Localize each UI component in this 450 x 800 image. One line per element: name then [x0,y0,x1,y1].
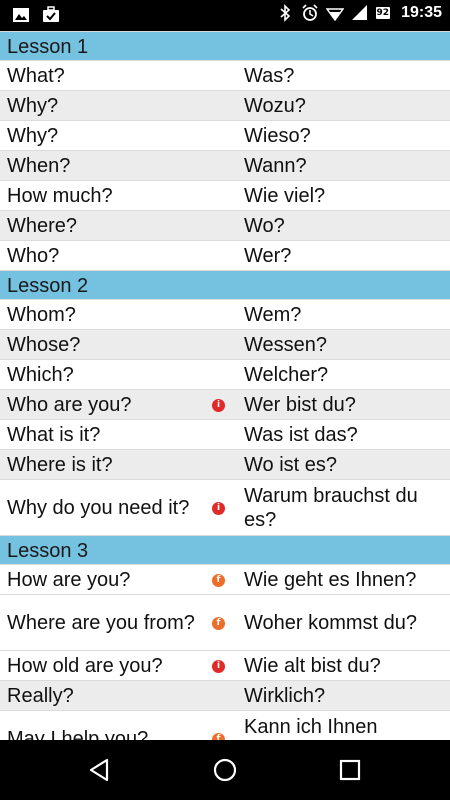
phrase-row[interactable]: What? Was? [0,60,450,90]
image-icon [13,8,29,22]
info-icon[interactable]: f [212,573,225,587]
briefcase-check-icon [43,6,59,22]
phrase-german: Warum brauchst du es? [244,484,418,531]
phrase-row[interactable]: How old are you? i Wie alt bist du? [0,650,450,680]
navigation-bar [0,740,450,800]
phrase-german: Was? [244,64,295,87]
status-bar: 92 19:35 [0,0,450,31]
info-icon[interactable]: i [212,398,225,412]
phrase-english: Whom? [7,303,76,326]
phrase-german: Wem? [244,303,302,326]
phrase-english: Who? [7,244,60,267]
phrase-row[interactable]: How are you? f Wie geht es Ihnen? [0,564,450,594]
phrase-row[interactable]: Really? Wirklich? [0,680,450,710]
phrase-german: Wie viel? [244,184,326,207]
phrase-german: Wo ist es? [244,453,337,476]
phrase-german: Wozu? [244,94,306,117]
phrase-german: Wer? [244,244,292,267]
phrase-german: Welcher? [244,363,329,386]
wifi-icon [325,8,344,22]
phrase-english: Where? [7,214,78,237]
alarm-icon [301,4,318,21]
phrase-english: Whose? [7,333,81,356]
lesson-header: Lesson 1 [0,31,450,60]
phrase-german: Wo? [244,214,285,237]
phrase-german: Wer bist du? [244,393,356,416]
phrase-row[interactable]: Why do you need it? i Warum brauchst du es… [0,479,450,535]
phrase-row[interactable]: Whom? Wem? [0,299,450,329]
phrase-row[interactable]: Where is it? Wo ist es? [0,449,450,479]
phrase-row[interactable]: What is it? Was ist das? [0,419,450,449]
lesson-header: Lesson 3 [0,535,450,564]
phrase-german: Wessen? [244,333,328,356]
phrase-list[interactable]: Lesson 1 What? Was? Why? Wozu? Why? Wieso? When… [0,31,450,740]
phrase-english: Really? [7,684,74,707]
phrase-english: How old are you? [7,654,163,677]
phrase-row[interactable]: Who? Wer? [0,240,450,270]
phrase-english: Who are you? [7,393,132,416]
phrase-english: What? [7,64,65,87]
phrase-row[interactable]: May I help you? f Kann ich Ihnen helfen? [0,710,450,740]
phrase-english: What is it? [7,423,101,446]
phrase-english: How much? [7,184,113,207]
phrase-english: Why? [7,94,59,117]
signal-icon [351,5,367,20]
phrase-german: Wie alt bist du? [244,654,381,677]
phrase-row[interactable]: Where? Wo? [0,210,450,240]
battery-icon: 92 [375,7,391,19]
phrase-row[interactable]: Who are you? i Wer bist du? [0,389,450,419]
phrase-english: When? [7,154,71,177]
phrase-row[interactable]: Where are you from? f Woher kommst du? [0,594,450,650]
phrase-english: Where are you from? [7,611,195,634]
phrase-english: May I help you? [7,727,149,741]
phrase-german: Woher kommst du? [244,611,418,634]
phrase-row[interactable]: How much? Wie viel? [0,180,450,210]
phrase-row[interactable]: Why? Wozu? [0,90,450,120]
phrase-german: Kann ich Ihnen helfen? [244,715,378,741]
phrase-english: Why do you need it? [7,496,190,519]
phrase-german: Was ist das? [244,423,358,446]
phrase-row[interactable]: Why? Wieso? [0,120,450,150]
phrase-row[interactable]: Whose? Wessen? [0,329,450,359]
phrase-german: Wieso? [244,124,311,147]
recents-icon[interactable] [336,756,364,784]
info-icon[interactable]: f [212,732,225,740]
bluetooth-icon [280,4,290,22]
phrase-row[interactable]: When? Wann? [0,150,450,180]
phrase-german: Wirklich? [244,684,326,707]
phrase-row[interactable]: Which? Welcher? [0,359,450,389]
clock: 19:35 [401,4,442,21]
phrase-german: Wie geht es Ihnen? [244,568,417,591]
phrase-english: Where is it? [7,453,113,476]
phrase-english: How are you? [7,568,131,591]
lesson-header: Lesson 2 [0,270,450,299]
info-icon[interactable]: i [212,659,225,673]
info-icon[interactable]: i [212,501,225,515]
phrase-german: Wann? [244,154,307,177]
back-icon[interactable] [86,756,114,784]
phrase-english: Why? [7,124,59,147]
phrase-english: Which? [7,363,74,386]
home-icon[interactable] [211,756,239,784]
info-icon[interactable]: f [212,616,225,630]
